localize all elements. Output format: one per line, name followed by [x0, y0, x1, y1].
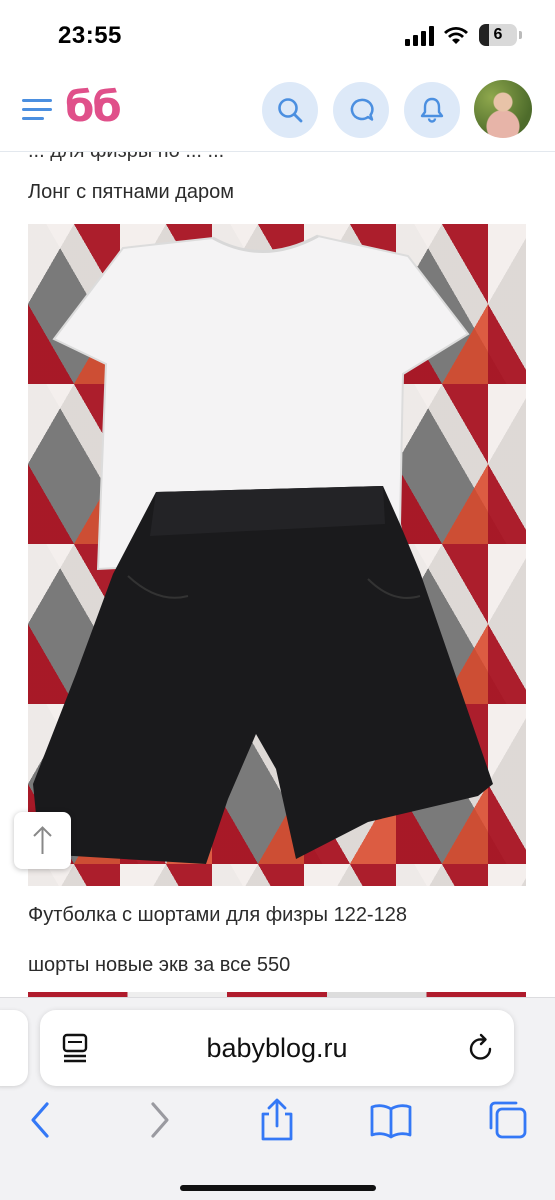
arrow-up-icon	[33, 826, 52, 854]
cut-off-text: ... для физры по ... ...	[28, 152, 224, 163]
app-header: бб	[0, 72, 555, 152]
caption-1: Лонг с пятнами даром	[28, 181, 234, 203]
address-bar[interactable]: babyblog.ru	[40, 1010, 514, 1086]
home-indicator	[180, 1185, 376, 1191]
tabs-icon[interactable]	[486, 1098, 530, 1142]
scroll-to-top-button[interactable]	[14, 812, 71, 869]
battery-nub	[519, 31, 522, 39]
url-text[interactable]: babyblog.ru	[40, 1033, 514, 1064]
browser-toolbar: babyblog.ru	[0, 997, 555, 1200]
status-time: 23:55	[58, 22, 122, 49]
clothes-image	[33, 234, 493, 864]
logo[interactable]: бб	[65, 82, 122, 131]
notifications-button[interactable]	[404, 82, 460, 138]
wifi-icon	[444, 27, 468, 44]
battery-icon: 6	[479, 24, 517, 46]
post-content: ... для физры по ... ... Лонг с пятнами …	[0, 152, 555, 997]
caption-2: Футболка с шортами для физры 122-128	[28, 904, 407, 926]
bookmarks-icon[interactable]	[369, 1098, 413, 1142]
battery-level: 6	[493, 26, 503, 43]
caption-3: шорты новые экв за все 550	[28, 954, 291, 976]
product-photo[interactable]	[28, 224, 526, 886]
chat-icon	[350, 98, 374, 121]
bell-icon	[420, 97, 444, 123]
user-avatar[interactable]	[474, 80, 532, 138]
reload-icon[interactable]	[466, 1032, 496, 1064]
search-button[interactable]	[262, 82, 318, 138]
menu-icon[interactable]	[22, 97, 52, 123]
share-icon[interactable]	[255, 1098, 299, 1142]
messages-button[interactable]	[333, 82, 389, 138]
forward-icon[interactable]	[138, 1098, 182, 1142]
status-bar: 23:55 6	[0, 0, 555, 72]
search-icon	[278, 98, 303, 123]
previous-tab-peek[interactable]	[0, 1010, 28, 1086]
back-icon[interactable]	[18, 1098, 62, 1142]
cellular-signal-icon	[405, 26, 434, 46]
